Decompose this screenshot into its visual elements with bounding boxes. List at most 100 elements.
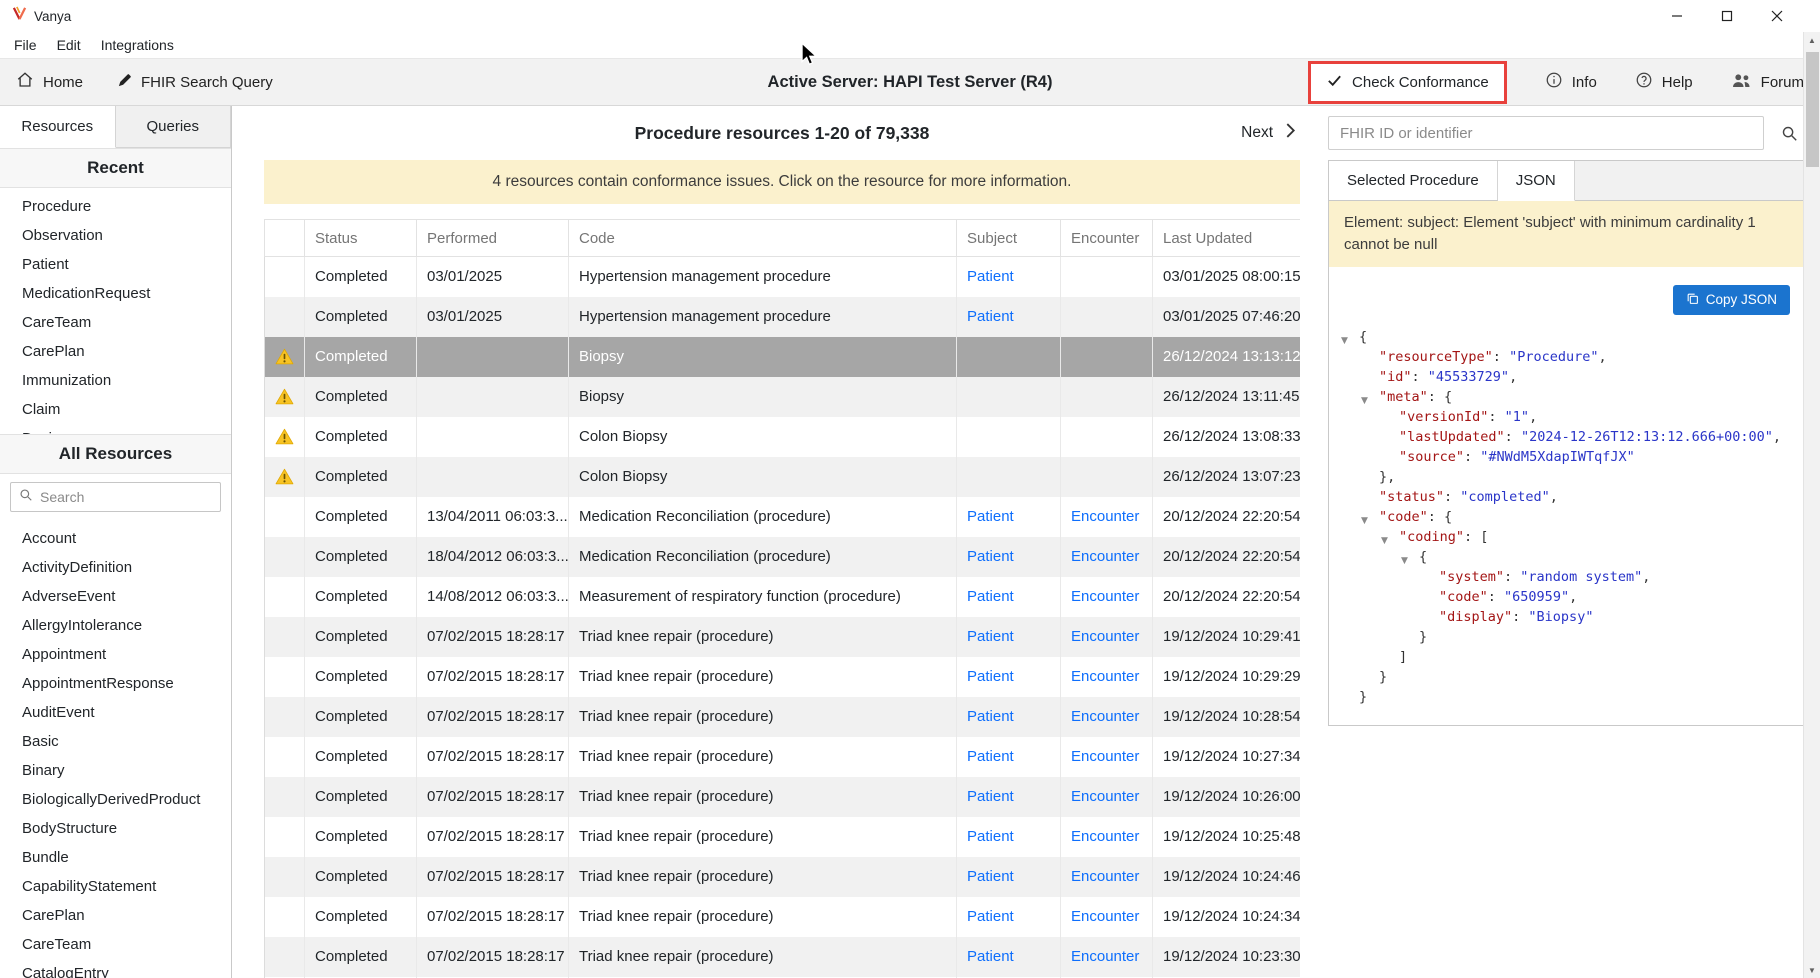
cell-subject: Patient (957, 297, 1061, 337)
recent-item-observation[interactable]: Observation (0, 221, 231, 250)
table-row[interactable]: Completed07/02/2015 18:28:17Triad knee r… (265, 817, 1301, 857)
tab-json[interactable]: JSON (1498, 161, 1575, 201)
recent-item-careplan[interactable]: CarePlan (0, 337, 231, 366)
resource-item-adverseevent[interactable]: AdverseEvent (0, 582, 231, 611)
patient-link[interactable]: Patient (967, 828, 1014, 845)
resource-item-appointment[interactable]: Appointment (0, 640, 231, 669)
tab-selected-procedure[interactable]: Selected Procedure (1329, 161, 1498, 201)
close-button[interactable] (1752, 0, 1802, 32)
recent-item-medicationrequest[interactable]: MedicationRequest (0, 279, 231, 308)
encounter-link[interactable]: Encounter (1071, 788, 1139, 805)
table-row[interactable]: Completed14/08/2012 06:03:3...Measuremen… (265, 577, 1301, 617)
resource-item-activitydefinition[interactable]: ActivityDefinition (0, 553, 231, 582)
recent-item-device[interactable]: Device (0, 424, 231, 434)
fhir-search-query-button[interactable]: FHIR Search Query (117, 73, 273, 92)
table-row[interactable]: Completed03/01/2025Hypertension manageme… (265, 297, 1301, 337)
resource-item-allergyintolerance[interactable]: AllergyIntolerance (0, 611, 231, 640)
patient-link[interactable]: Patient (967, 668, 1014, 685)
home-button[interactable]: Home (16, 71, 83, 93)
table-row[interactable]: Completed18/04/2012 06:03:3...Medication… (265, 537, 1301, 577)
fhir-search-button[interactable] (1772, 116, 1806, 150)
encounter-link[interactable]: Encounter (1071, 548, 1139, 565)
cell-subject: Patient (957, 737, 1061, 777)
resource-item-basic[interactable]: Basic (0, 727, 231, 756)
minimize-button[interactable] (1652, 0, 1702, 32)
patient-link[interactable]: Patient (967, 508, 1014, 525)
cell-code: Triad knee repair (procedure) (569, 777, 957, 817)
patient-link[interactable]: Patient (967, 748, 1014, 765)
resource-item-bundle[interactable]: Bundle (0, 843, 231, 872)
encounter-link[interactable]: Encounter (1071, 868, 1139, 885)
recent-item-patient[interactable]: Patient (0, 250, 231, 279)
table-row[interactable]: Completed07/02/2015 18:28:17Triad knee r… (265, 617, 1301, 657)
table-row[interactable]: CompletedBiopsy26/12/2024 13:11:45 (265, 377, 1301, 417)
recent-item-claim[interactable]: Claim (0, 395, 231, 424)
table-row[interactable]: Completed13/04/2011 06:03:3...Medication… (265, 497, 1301, 537)
table-row[interactable]: Completed07/02/2015 18:28:17Triad knee r… (265, 657, 1301, 697)
table-row[interactable]: Completed07/02/2015 18:28:17Triad knee r… (265, 697, 1301, 737)
cell-code: Biopsy (569, 337, 957, 377)
warning-cell (265, 617, 305, 657)
encounter-link[interactable]: Encounter (1071, 748, 1139, 765)
resource-item-biologicallyderivedproduct[interactable]: BiologicallyDerivedProduct (0, 785, 231, 814)
encounter-link[interactable]: Encounter (1071, 708, 1139, 725)
menu-file[interactable]: File (4, 34, 47, 56)
patient-link[interactable]: Patient (967, 308, 1014, 325)
patient-link[interactable]: Patient (967, 868, 1014, 885)
encounter-link[interactable]: Encounter (1071, 668, 1139, 685)
patient-link[interactable]: Patient (967, 908, 1014, 925)
encounter-link[interactable]: Encounter (1071, 908, 1139, 925)
resource-item-appointmentresponse[interactable]: AppointmentResponse (0, 669, 231, 698)
scroll-up-icon[interactable]: ▲ (1804, 32, 1820, 48)
table-row[interactable]: CompletedColon Biopsy26/12/2024 13:07:23 (265, 457, 1301, 497)
help-button[interactable]: Help (1635, 71, 1693, 93)
resource-item-catalogentry[interactable]: CatalogEntry (0, 959, 231, 978)
recent-item-procedure[interactable]: Procedure (0, 192, 231, 221)
copy-json-button[interactable]: Copy JSON (1673, 285, 1790, 315)
table-row[interactable]: CompletedBiopsy26/12/2024 13:13:12 (265, 337, 1301, 377)
recent-item-immunization[interactable]: Immunization (0, 366, 231, 395)
check-conformance-button[interactable]: Check Conformance (1352, 74, 1489, 91)
patient-link[interactable]: Patient (967, 268, 1014, 285)
table-row[interactable]: Completed07/02/2015 18:28:17Triad knee r… (265, 897, 1301, 937)
scroll-down-icon[interactable]: ▼ (1804, 962, 1820, 978)
menu-edit[interactable]: Edit (47, 34, 91, 56)
table-row[interactable]: Completed07/02/2015 18:28:17Triad knee r… (265, 777, 1301, 817)
encounter-link[interactable]: Encounter (1071, 508, 1139, 525)
table-row[interactable]: CompletedColon Biopsy26/12/2024 13:08:33 (265, 417, 1301, 457)
resource-item-bodystructure[interactable]: BodyStructure (0, 814, 231, 843)
resource-item-binary[interactable]: Binary (0, 756, 231, 785)
resource-item-careplan[interactable]: CarePlan (0, 901, 231, 930)
resource-item-account[interactable]: Account (0, 524, 231, 553)
patient-link[interactable]: Patient (967, 588, 1014, 605)
maximize-button[interactable] (1702, 0, 1752, 32)
encounter-link[interactable]: Encounter (1071, 588, 1139, 605)
tab-queries[interactable]: Queries (116, 106, 232, 148)
sidebar-search-input[interactable] (40, 489, 212, 505)
encounter-link[interactable]: Encounter (1071, 948, 1139, 965)
resource-item-capabilitystatement[interactable]: CapabilityStatement (0, 872, 231, 901)
patient-link[interactable]: Patient (967, 948, 1014, 965)
next-button[interactable]: Next (1241, 122, 1296, 144)
patient-link[interactable]: Patient (967, 788, 1014, 805)
table-row[interactable]: Completed03/01/2025Hypertension manageme… (265, 257, 1301, 297)
scrollbar-thumb[interactable] (1806, 52, 1819, 167)
encounter-link[interactable]: Encounter (1071, 628, 1139, 645)
resource-item-careteam[interactable]: CareTeam (0, 930, 231, 959)
patient-link[interactable]: Patient (967, 628, 1014, 645)
table-row[interactable]: Completed07/02/2015 18:28:17Triad knee r… (265, 857, 1301, 897)
table-row[interactable]: Completed07/02/2015 18:28:17Triad knee r… (265, 737, 1301, 777)
patient-link[interactable]: Patient (967, 548, 1014, 565)
patient-link[interactable]: Patient (967, 708, 1014, 725)
conformance-warning: Element: subject: Element 'subject' with… (1329, 201, 1805, 267)
info-button[interactable]: Info (1545, 71, 1597, 93)
forum-button[interactable]: Forum (1731, 72, 1804, 93)
fhir-id-search-input[interactable] (1328, 116, 1764, 150)
table-row[interactable]: Completed07/02/2015 18:28:17Triad knee r… (265, 937, 1301, 977)
recent-item-careteam[interactable]: CareTeam (0, 308, 231, 337)
resource-item-auditevent[interactable]: AuditEvent (0, 698, 231, 727)
tab-resources[interactable]: Resources (0, 106, 116, 148)
menu-integrations[interactable]: Integrations (91, 34, 184, 56)
window-scrollbar[interactable]: ▲ ▼ (1803, 32, 1820, 978)
encounter-link[interactable]: Encounter (1071, 828, 1139, 845)
